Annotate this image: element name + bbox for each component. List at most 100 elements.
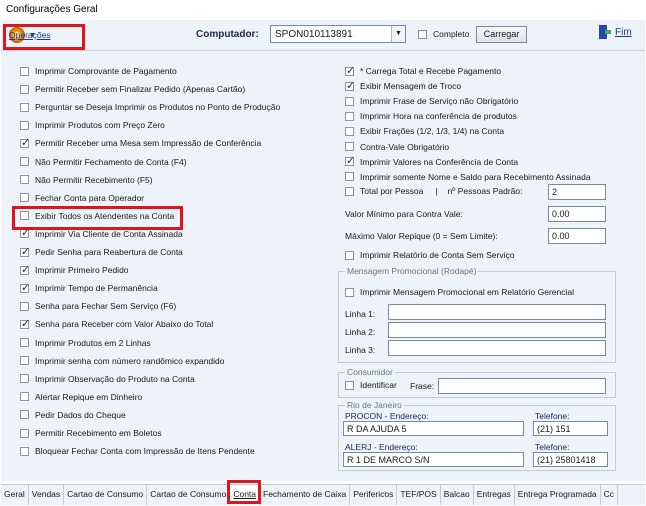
operations-label: Operações <box>9 30 51 40</box>
left-option-row[interactable]: Bloquear Fechar Conta com Impressão de I… <box>20 446 255 456</box>
left-option-label: Alertar Repique em Dinheiro <box>35 391 143 402</box>
left-option-row[interactable]: Senha para Fechar Sem Serviço (F6) <box>20 301 176 311</box>
min-voucher-input[interactable]: 0.00 <box>548 206 606 222</box>
left-option-checkbox[interactable] <box>20 281 30 294</box>
left-option-checkbox[interactable] <box>20 211 29 221</box>
left-option-row[interactable]: Imprimir Comprovante de Pagamento <box>20 66 177 76</box>
right-option-row[interactable]: Exibir Frações (1/2, 1/3, 1/4) na Conta <box>345 126 504 136</box>
procon-phone-input[interactable]: (21) 151 <box>533 421 608 436</box>
left-option-row[interactable]: Permitir Receber sem Finalizar Pedido (A… <box>20 84 245 94</box>
complete-checkbox[interactable] <box>418 29 427 39</box>
operations-menu-button[interactable]: Operações ▼ <box>9 25 89 45</box>
tab-fechamento-de-caixa[interactable]: Fechamento de Caixa <box>260 485 351 505</box>
tab-perifericos[interactable]: Perifericos <box>350 485 398 505</box>
right-option-checkbox[interactable] <box>345 96 354 106</box>
left-option-checkbox[interactable] <box>20 157 29 166</box>
procon-input[interactable]: R DA AJUDA 5 <box>343 421 524 436</box>
chevron-down-icon[interactable]: ▼ <box>391 26 405 42</box>
tab-tef-pos[interactable]: TEF/POS <box>397 485 441 505</box>
tab-cartao-de-consumo[interactable]: Cartao de Consumo <box>64 485 148 505</box>
left-option-row[interactable]: Imprimir Via Cliente de Conta Assinada <box>20 226 183 239</box>
right-option-row[interactable]: Imprimir somente Nome e Saldo para Receb… <box>345 172 591 182</box>
right-option-row[interactable]: Imprimir Valores na Conferência de Conta <box>345 154 518 167</box>
left-option-row[interactable]: Imprimir Observação do Produto na Conta <box>20 374 195 384</box>
print-report-row[interactable]: Imprimir Relatório de Conta Sem Serviço <box>345 250 514 260</box>
right-option-checkbox[interactable] <box>345 126 354 136</box>
left-option-checkbox[interactable] <box>20 374 29 384</box>
right-option-row[interactable]: Imprimir Frase de Serviço não Obrigatóri… <box>345 96 518 106</box>
left-option-checkbox[interactable] <box>20 446 29 456</box>
tab-entregas[interactable]: Entregas <box>474 485 515 505</box>
total-per-person-row[interactable]: Total por Pessoa | nº Pessoas Padrão: <box>345 186 522 196</box>
left-option-checkbox[interactable] <box>20 245 30 258</box>
exit-button[interactable]: Fim <box>597 25 632 39</box>
left-option-row[interactable]: Permitir Recebimento em Boletos <box>20 428 162 438</box>
tab-vendas[interactable]: Vendas <box>29 485 65 505</box>
max-tip-input[interactable]: 0.00 <box>548 228 606 244</box>
tab-cc[interactable]: Cc <box>601 485 619 505</box>
promo-print-checkbox[interactable] <box>345 287 354 297</box>
tab-cartao-de-consumo[interactable]: Cartao de Consumo <box>147 485 231 505</box>
promo-line3-input[interactable] <box>388 340 606 356</box>
left-option-row[interactable]: Permitir Receber uma Mesa sem Impressão … <box>20 136 261 149</box>
left-option-checkbox[interactable] <box>20 428 29 438</box>
left-option-row[interactable]: Alertar Repique em Dinheiro <box>20 392 142 402</box>
left-option-row[interactable]: Não Permitir Recebimento (F5) <box>20 175 153 185</box>
right-option-row[interactable]: Contra-Vale Obrigatório <box>345 142 449 152</box>
left-option-checkbox[interactable] <box>20 84 29 94</box>
left-option-checkbox[interactable] <box>20 356 29 366</box>
right-option-checkbox[interactable] <box>345 64 355 77</box>
left-option-checkbox[interactable] <box>20 66 29 76</box>
right-option-row[interactable]: Imprimir Hora na conferência de produtos <box>345 111 517 121</box>
left-option-row[interactable]: Imprimir Produtos com Preço Zero <box>20 120 165 130</box>
tab-balcao[interactable]: Balcao <box>441 485 474 505</box>
left-option-row[interactable]: Pedir Dados do Cheque <box>20 410 126 420</box>
left-option-checkbox[interactable] <box>20 102 29 112</box>
left-option-row[interactable]: Perguntar se Deseja Imprimir os Produtos… <box>20 102 280 112</box>
left-option-row[interactable]: Pedir Senha para Reabertura de Conta <box>20 245 183 258</box>
promo-line2-input[interactable] <box>388 322 606 338</box>
left-option-checkbox[interactable] <box>20 193 29 203</box>
tab-conta[interactable]: Conta <box>230 485 261 505</box>
left-option-checkbox[interactable] <box>20 175 29 185</box>
alerj-phone-input[interactable]: (21) 25801418 <box>533 452 608 467</box>
right-option-row[interactable]: Exibir Mensagem de Troco <box>345 79 461 92</box>
promo-line1-input[interactable] <box>388 304 606 320</box>
load-button[interactable]: Carregar <box>476 26 527 43</box>
right-option-checkbox[interactable] <box>345 142 354 151</box>
left-option-row[interactable]: Imprimir Produtos em 2 Linhas <box>20 338 151 348</box>
left-option-checkbox[interactable] <box>20 338 29 347</box>
left-option-checkbox[interactable] <box>20 226 30 239</box>
right-option-checkbox[interactable] <box>345 79 355 92</box>
left-option-row[interactable]: Imprimir Primeiro Pedido <box>20 263 129 276</box>
right-option-row[interactable]: * Carrega Total e Recebe Pagamento <box>345 64 501 77</box>
consumer-identify-row[interactable]: Identificar <box>345 380 397 390</box>
left-option-row[interactable]: Não Permitir Fechamento de Conta (F4) <box>20 157 187 167</box>
consumer-identify-checkbox[interactable] <box>345 380 354 390</box>
left-option-checkbox[interactable] <box>20 301 29 311</box>
right-option-checkbox[interactable] <box>345 111 354 121</box>
left-option-row[interactable]: Fechar Conta para Operador <box>20 193 144 203</box>
people-count-input[interactable]: 2 <box>548 184 606 200</box>
computer-select[interactable]: SPON010113891 ▼ <box>270 25 406 43</box>
consumer-phrase-input[interactable] <box>438 378 606 394</box>
complete-checkbox-row[interactable]: Completo <box>418 29 469 39</box>
left-option-checkbox[interactable] <box>20 136 30 149</box>
left-option-checkbox[interactable] <box>20 317 30 330</box>
tab-geral[interactable]: Geral <box>1 485 29 505</box>
total-per-person-checkbox[interactable] <box>345 186 354 196</box>
left-option-row[interactable]: Exibir Todos os Atendentes na Conta <box>20 211 174 221</box>
left-option-row[interactable]: Imprimir senha com número randômico expa… <box>20 356 224 366</box>
tab-entrega-programada[interactable]: Entrega Programada <box>515 485 601 505</box>
alerj-input[interactable]: R 1 DE MARCO S/N <box>343 452 524 467</box>
left-option-row[interactable]: Senha para Receber com Valor Abaixo do T… <box>20 317 213 330</box>
right-option-checkbox[interactable] <box>345 154 355 167</box>
left-option-checkbox[interactable] <box>20 263 30 276</box>
left-option-checkbox[interactable] <box>20 120 29 130</box>
left-option-row[interactable]: Imprimir Tempo de Permanência <box>20 281 158 294</box>
right-option-checkbox[interactable] <box>345 172 354 182</box>
left-option-checkbox[interactable] <box>20 410 29 420</box>
promo-print-row[interactable]: Imprimir Mensagem Promocional em Relatór… <box>345 287 574 297</box>
print-report-checkbox[interactable] <box>345 250 354 260</box>
left-option-checkbox[interactable] <box>20 392 29 402</box>
